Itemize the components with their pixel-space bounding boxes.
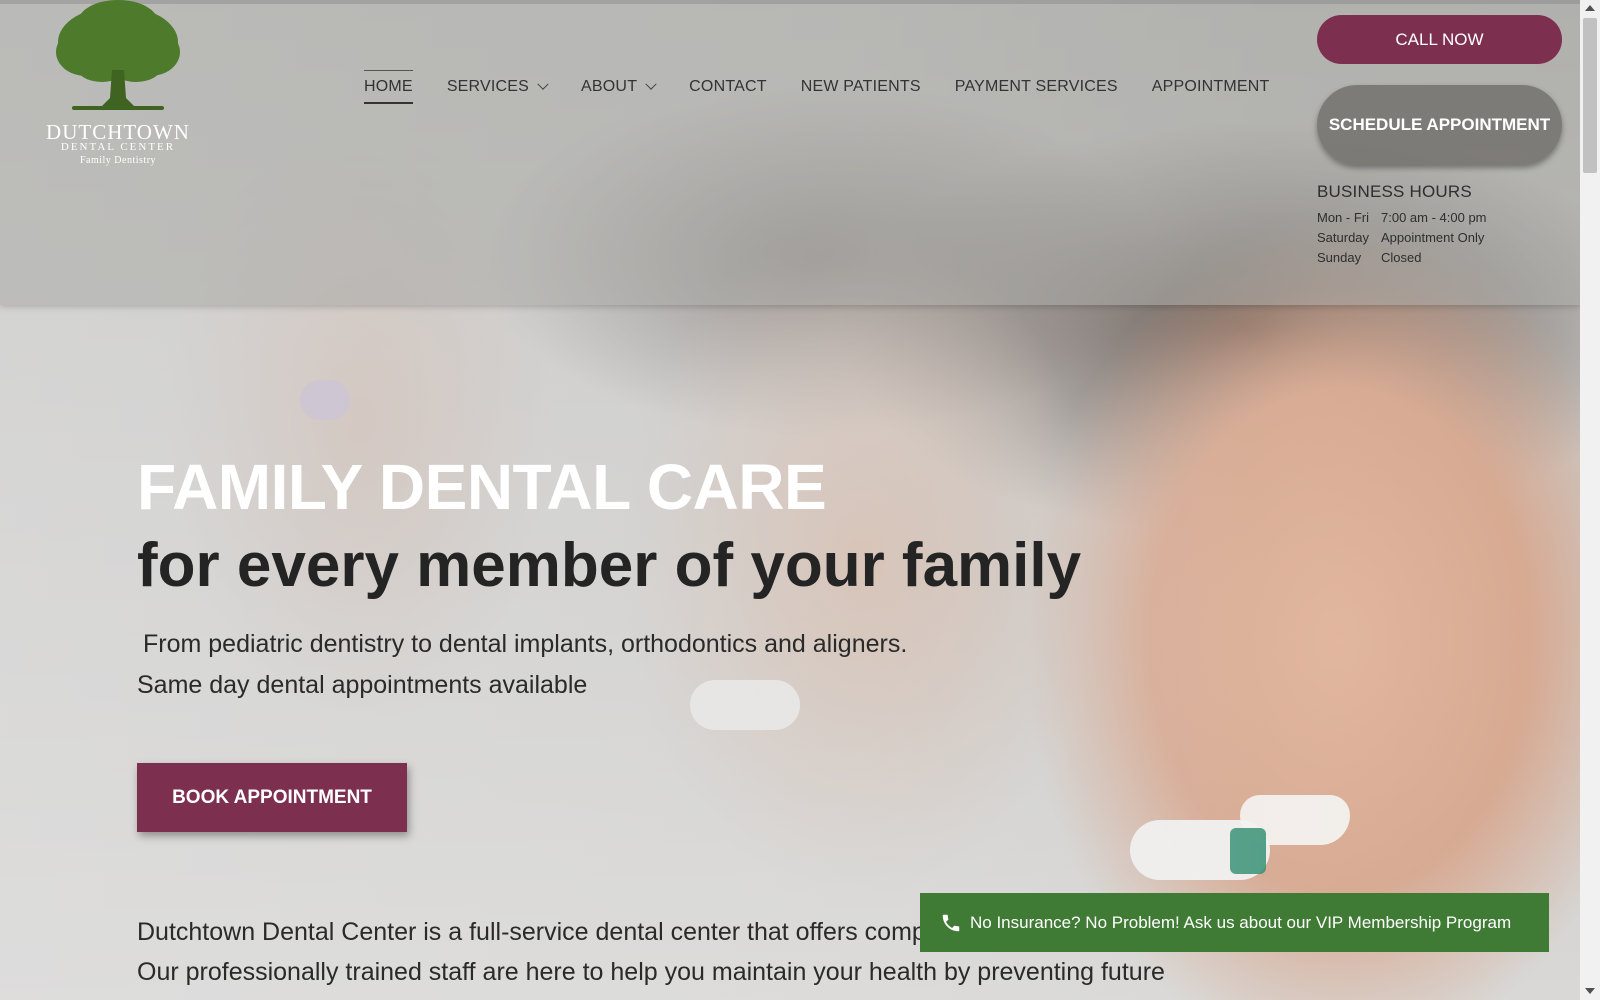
logo-subtitle: DENTAL CENTER [60, 141, 176, 153]
business-hours: BUSINESS HOURS Mon - Fri 7:00 am - 4:00 … [1317, 182, 1487, 268]
hero-description-line: Same day dental appointments available [137, 671, 588, 699]
nav-item-appointment[interactable]: APPOINTMENT [1152, 78, 1270, 102]
hours-time: Appointment Only [1381, 230, 1485, 245]
hero-title: FAMILY DENTAL CARE [137, 451, 827, 523]
scrollbar-thumb[interactable] [1583, 18, 1597, 173]
nav-label: CONTACT [689, 78, 767, 95]
nav-label: SERVICES [446, 78, 530, 95]
business-hours-title: BUSINESS HOURS [1317, 182, 1472, 201]
hero-description-line: From pediatric dentistry to dental impla… [143, 630, 908, 658]
hours-row: Mon - Fri 7:00 am - 4:00 pm [1317, 208, 1487, 228]
chevron-down-icon [645, 78, 657, 90]
nav-item-home[interactable]: HOME [364, 70, 413, 104]
nav-label: ABOUT [581, 78, 638, 95]
nav-item-contact[interactable]: CONTACT [689, 78, 767, 102]
hours-day: Mon - Fri [1317, 210, 1369, 225]
site-header: DUTCHTOWN DENTAL CENTER Family Dentistry… [0, 0, 1580, 305]
nav-label: HOME [364, 78, 413, 95]
hours-row: Sunday Closed [1317, 248, 1487, 268]
nav-item-new-patients[interactable]: NEW PATIENTS [801, 78, 921, 102]
nav-label: APPOINTMENT [1151, 78, 1270, 95]
hours-day: Sunday [1317, 250, 1362, 265]
oak-tree-icon [56, 0, 180, 110]
logo-tagline: Family Dentistry [79, 155, 157, 166]
hero-description: From pediatric dentistry to dental impla… [137, 624, 907, 706]
scroll-up-arrow-icon[interactable] [1585, 5, 1595, 11]
nav-label: NEW PATIENTS [800, 78, 921, 95]
phone-icon [942, 914, 960, 931]
vip-membership-banner[interactable]: No Insurance? No Problem! Ask us about o… [920, 893, 1549, 952]
hours-row: Saturday Appointment Only [1317, 228, 1487, 248]
nav-label: PAYMENT SERVICES [954, 78, 1118, 95]
hours-day: Saturday [1317, 230, 1370, 245]
main-nav: HOME SERVICES ABOUT CONTACT NEW PATIENTS… [364, 70, 1303, 104]
book-appointment-button[interactable]: BOOK APPOINTMENT [137, 763, 407, 832]
hours-time: 7:00 am - 4:00 pm [1381, 210, 1487, 225]
nav-item-services[interactable]: SERVICES [446, 78, 549, 102]
nav-item-payment-services[interactable]: PAYMENT SERVICES [955, 78, 1118, 102]
scroll-down-arrow-icon[interactable] [1585, 988, 1595, 994]
hero-subtitle: for every member of your family [137, 531, 1082, 600]
schedule-appointment-button[interactable]: SCHEDULE APPOINTMENT [1317, 85, 1562, 165]
hours-time: Closed [1381, 250, 1422, 265]
vip-membership-text: No Insurance? No Problem! Ask us about o… [970, 912, 1512, 932]
nav-item-about[interactable]: ABOUT [581, 78, 657, 102]
call-now-button[interactable]: CALL NOW [1317, 15, 1562, 64]
site-logo[interactable]: DUTCHTOWN DENTAL CENTER Family Dentistry [38, 0, 198, 170]
chevron-down-icon [537, 78, 549, 90]
